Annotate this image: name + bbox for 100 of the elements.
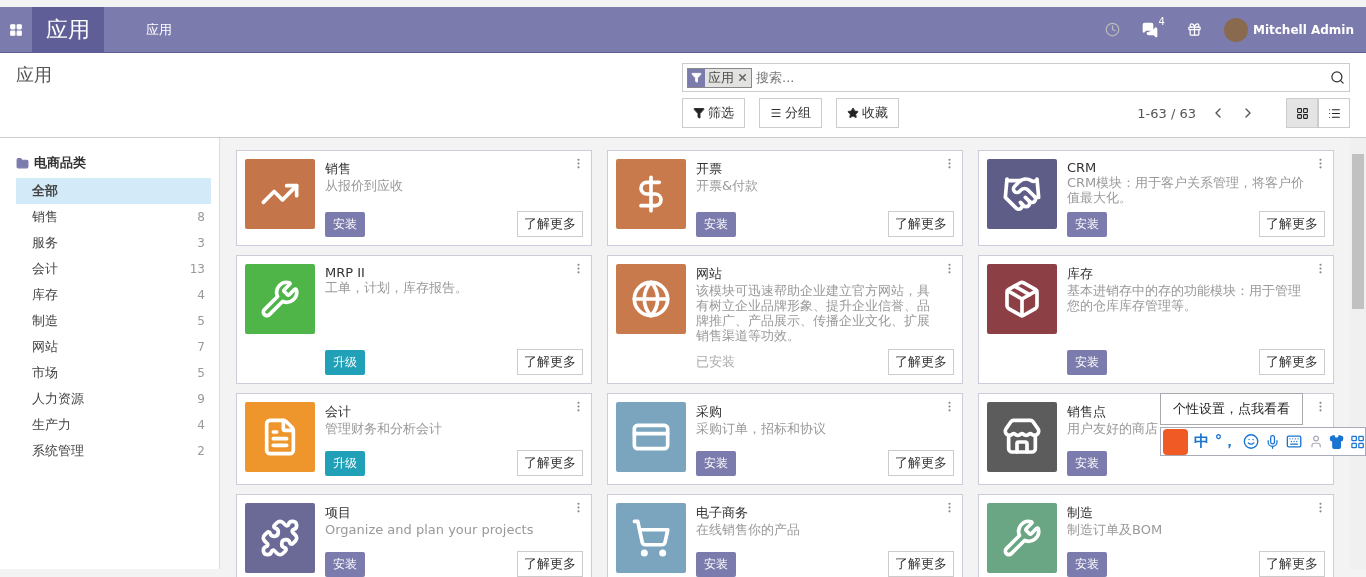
punctuation-mode[interactable]: °， (1214, 432, 1238, 451)
category-item[interactable]: 人力资源 9 (16, 386, 211, 412)
kanban-view-button[interactable] (1286, 98, 1318, 128)
folder-icon (16, 156, 29, 170)
gift-icon[interactable] (1186, 22, 1202, 37)
search-facet[interactable]: 应用 (687, 67, 752, 88)
category-count: 2 (197, 444, 205, 458)
learn-more-button[interactable]: 了解更多 (1259, 551, 1325, 577)
app-summary: 采购订单，招标和协议 (696, 421, 827, 436)
app-name: 库存 (1067, 265, 1093, 283)
category-item[interactable]: 服务 3 (16, 230, 211, 256)
category-count: 7 (197, 340, 205, 354)
learn-more-button[interactable]: 了解更多 (517, 450, 583, 476)
filter-button[interactable]: 筛选 (682, 98, 745, 128)
tooltip: 个性设置，点我看看 (1160, 393, 1303, 425)
category-count: 5 (197, 314, 205, 328)
message-count: 4 (1158, 15, 1165, 29)
app-name: 制造 (1067, 504, 1093, 522)
sidebar-title: 电商品类 (34, 154, 86, 172)
app-name: 网站 (696, 265, 722, 283)
learn-more-button[interactable]: 了解更多 (517, 551, 583, 577)
learn-more-button[interactable]: 了解更多 (888, 211, 954, 237)
category-count: 4 (197, 418, 205, 432)
install-button[interactable]: 安装 (325, 551, 365, 577)
ime-logo-icon[interactable] (1163, 428, 1188, 455)
app-name: 电子商务 (696, 504, 748, 522)
install-button[interactable]: 安装 (325, 211, 365, 237)
app-summary: 从报价到应收 (325, 178, 404, 193)
app-summary: 管理财务和分析会计 (325, 421, 443, 436)
category-count: 4 (197, 288, 205, 302)
menu-item[interactable]: 应用 (146, 20, 172, 39)
app-summary: 该模块可迅速帮助企业建立官方网站，具有树立企业品牌形象、提升企业信誉、品牌推广、产品展示、传播企业文化、扩展销售渠道等功效。 (696, 283, 931, 343)
install-button[interactable]: 安装 (1067, 211, 1107, 237)
install-button[interactable]: 安装 (1067, 349, 1107, 375)
category-count: 3 (197, 236, 205, 250)
app-summary: Organize and plan your projects (325, 522, 535, 537)
category-item[interactable]: 网站 7 (16, 334, 211, 360)
favorite-button[interactable]: 收藏 (836, 98, 899, 128)
pager-value: 1-63 / 63 (1137, 105, 1196, 121)
emoji-icon[interactable] (1243, 433, 1260, 450)
keyboard-icon[interactable] (1286, 433, 1303, 450)
app-name: 项目 (325, 504, 351, 522)
category-item[interactable]: 生产力 4 (16, 412, 211, 438)
learn-more-button[interactable]: 了解更多 (888, 349, 954, 375)
category-item[interactable]: 全部 (16, 178, 211, 204)
search-icon[interactable] (1330, 70, 1345, 85)
list-view-button[interactable] (1318, 98, 1350, 128)
input-mode[interactable]: 中 (1193, 432, 1209, 451)
category-count: 5 (197, 366, 205, 380)
remove-icon[interactable] (737, 72, 748, 83)
install-button[interactable]: 安装 (696, 211, 736, 237)
app-summary: 在线销售你的产品 (696, 522, 801, 537)
category-count: 9 (197, 392, 205, 406)
grid-icon (1295, 106, 1309, 120)
menu-icon (770, 107, 782, 119)
learn-more-button[interactable]: 了解更多 (888, 551, 954, 577)
install-button[interactable]: 安装 (1067, 451, 1107, 476)
grid-icon[interactable] (1349, 433, 1365, 450)
clock-icon[interactable] (1104, 22, 1120, 37)
filter-icon (693, 107, 705, 119)
chat-icon[interactable] (1141, 21, 1158, 38)
app-name: MRP II (325, 265, 365, 280)
installed-status: 已安装 (696, 353, 735, 371)
user-icon[interactable] (1308, 434, 1323, 449)
learn-more-button[interactable]: 了解更多 (517, 211, 583, 237)
app-name: 销售 (325, 160, 351, 178)
learn-more-button[interactable]: 了解更多 (1259, 349, 1325, 375)
install-button[interactable]: 安装 (696, 551, 736, 577)
app-name: CRM (1067, 160, 1097, 175)
app-summary: 基本进销存中的存的功能模块：用于管理您的仓库库存管理等。 (1067, 283, 1302, 313)
category-count: 13 (189, 262, 205, 276)
filter-icon (688, 68, 705, 87)
category-count: 8 (197, 210, 205, 224)
category-item[interactable]: 系统管理 2 (16, 438, 211, 464)
shirt-icon[interactable] (1328, 433, 1344, 450)
app-title[interactable]: 应用 (32, 7, 104, 52)
category-item[interactable]: 制造 5 (16, 308, 211, 334)
learn-more-button[interactable]: 了解更多 (517, 349, 583, 375)
app-name: 开票 (696, 160, 722, 178)
user-menu[interactable]: Mitchell Admin (1223, 17, 1354, 42)
group-button[interactable]: 分组 (759, 98, 822, 128)
category-item[interactable]: 销售 8 (16, 204, 211, 230)
microphone-icon[interactable] (1265, 433, 1281, 450)
install-button[interactable]: 安装 (696, 450, 736, 476)
search-field[interactable]: 应用 搜索... (682, 63, 1350, 92)
app-name: 采购 (696, 403, 722, 421)
facet-label: 应用 (707, 68, 735, 87)
learn-more-button[interactable]: 了解更多 (1259, 211, 1325, 237)
app-name: 会计 (325, 403, 351, 421)
learn-more-button[interactable]: 了解更多 (888, 450, 954, 476)
install-button[interactable]: 安装 (1067, 551, 1107, 577)
app-summary: 开票&付款 (696, 178, 760, 193)
avatar (1223, 17, 1248, 42)
app-summary: 工单，计划，库存报告。 (325, 280, 469, 295)
app-summary: CRM模块：用于客户关系管理，将客户价值最大化。 (1067, 175, 1306, 205)
category-item[interactable]: 库存 4 (16, 282, 211, 308)
category-item[interactable]: 市场 5 (16, 360, 211, 386)
category-item[interactable]: 会计 13 (16, 256, 211, 282)
star-icon (847, 107, 859, 119)
breadcrumb: 应用 (16, 63, 53, 87)
